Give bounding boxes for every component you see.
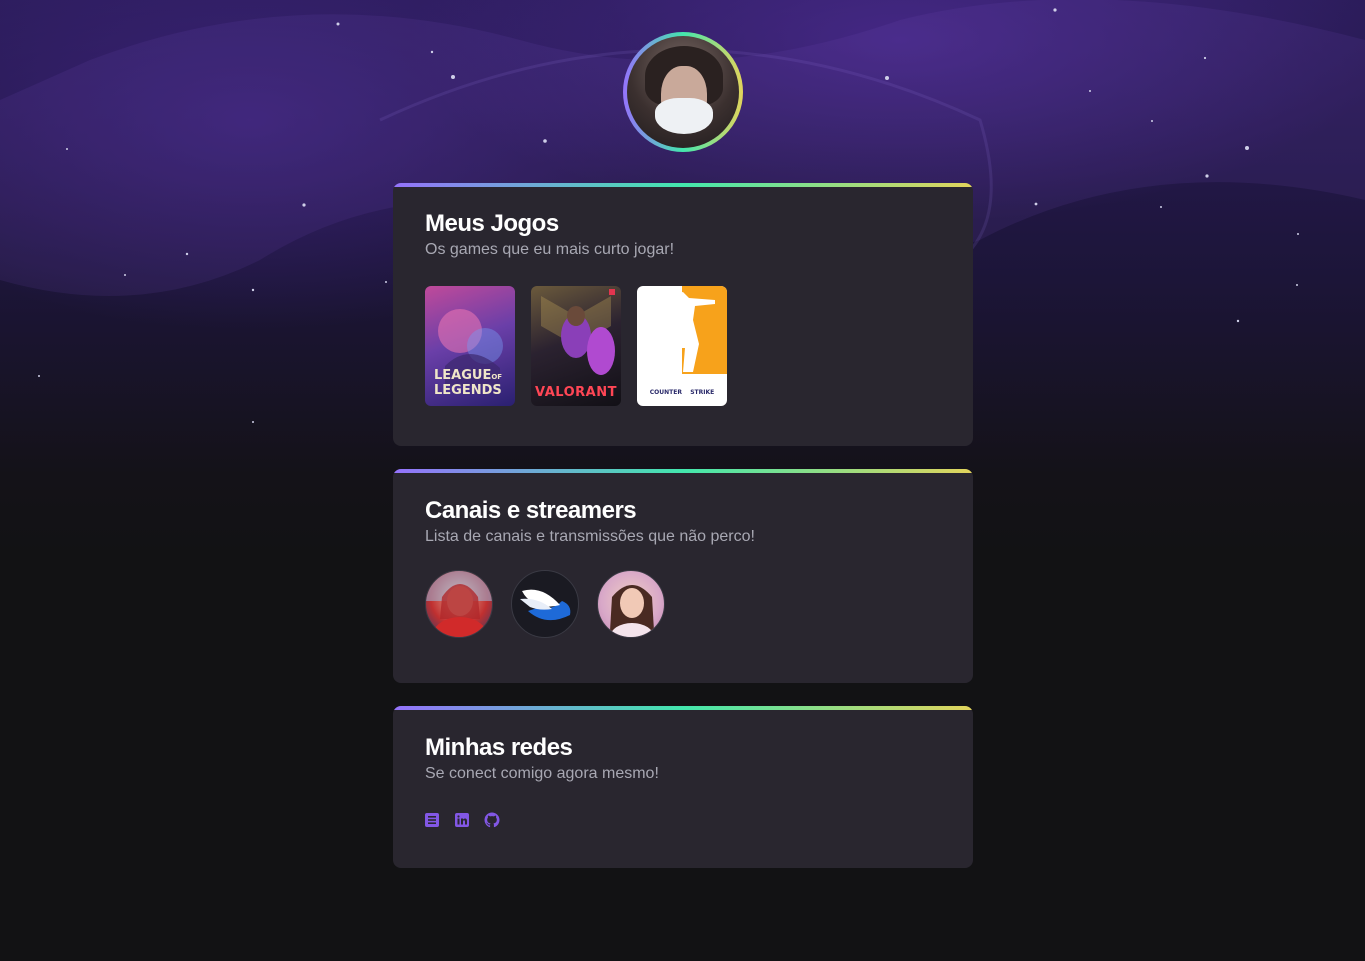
streamer-avatar[interactable] (597, 570, 665, 638)
instagram-icon[interactable] (424, 812, 440, 828)
linkedin-icon[interactable] (454, 812, 470, 828)
game-league-of-legends[interactable]: LEAGUEOF LEGENDS (425, 286, 515, 406)
streamers-title: Canais e streamers (425, 497, 637, 524)
game-counter-strike[interactable]: COUNTER STRIKE (637, 286, 727, 406)
social-card: Minhas redes Se conect comigo agora mesm… (393, 706, 973, 868)
streamer-avatar[interactable] (425, 570, 493, 638)
game-league-line1: LEAGUE (434, 368, 492, 383)
games-title: Meus Jogos (425, 210, 559, 237)
profile-avatar-ring (623, 32, 743, 152)
games-subtitle: Os games que eu mais curto jogar! (425, 241, 675, 258)
game-valorant-name: VALORANT (535, 385, 617, 400)
social-subtitle: Se conect comigo agora mesmo! (425, 765, 659, 782)
game-league-line1-suffix: OF (491, 373, 503, 381)
game-valorant[interactable]: VALORANT (531, 286, 621, 406)
game-cs-name-right: STRIKE (690, 389, 715, 396)
game-league-line2: LEGENDS (434, 383, 502, 398)
counter-strike-soldier-icon (661, 292, 715, 372)
github-icon[interactable] (484, 812, 500, 828)
profile-avatar (627, 36, 739, 148)
streamers-card: Canais e streamers Lista de canais e tra… (393, 469, 973, 683)
game-cs-name-left: COUNTER (649, 389, 682, 396)
card-accent-bar (393, 183, 973, 187)
winged-shoe-logo[interactable] (511, 570, 579, 638)
streamers-subtitle: Lista de canais e transmissões que não p… (425, 528, 755, 545)
games-card: Meus Jogos Os games que eu mais curto jo… (393, 183, 973, 446)
social-title: Minhas redes (425, 734, 573, 761)
card-accent-bar (393, 469, 973, 473)
card-accent-bar (393, 706, 973, 710)
